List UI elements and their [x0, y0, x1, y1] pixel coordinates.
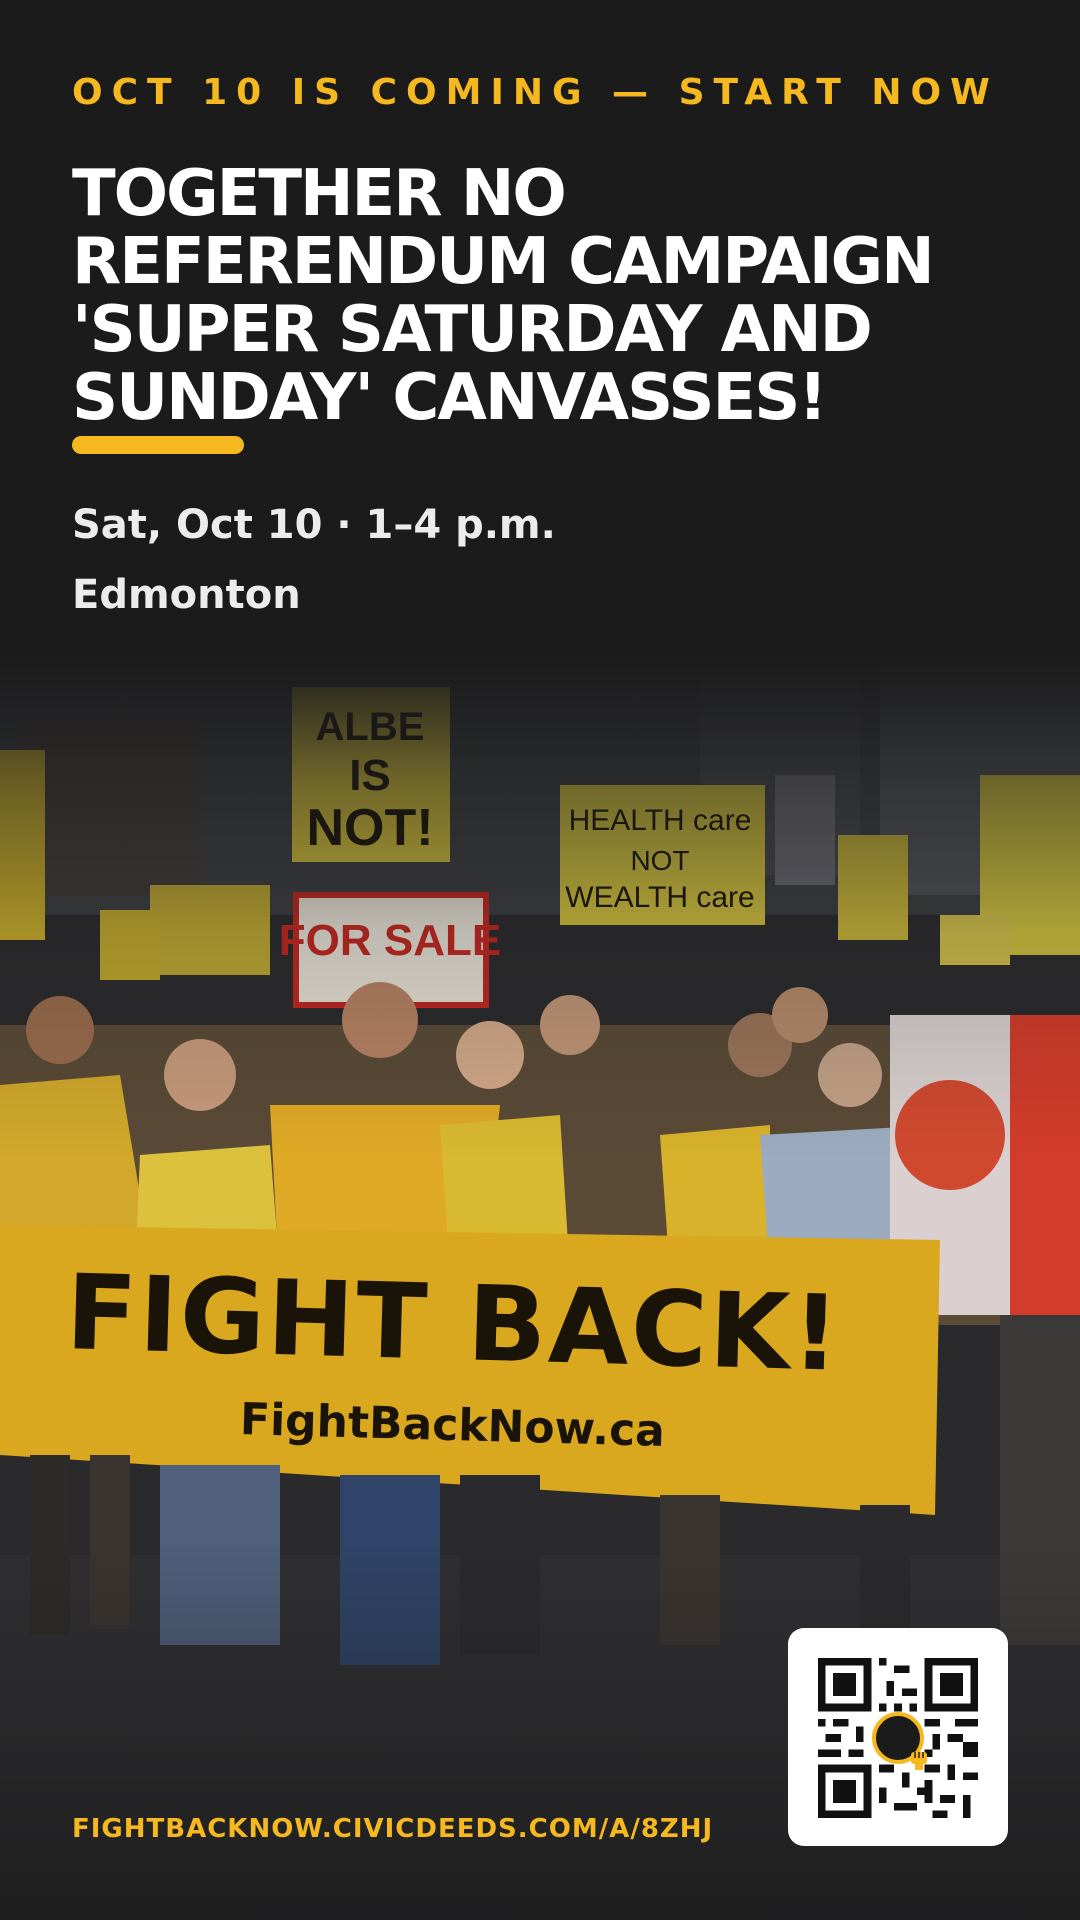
event-date-time: Sat, Oct 10 · 1–4 p.m.: [72, 502, 556, 548]
event-location: Edmonton: [72, 572, 301, 618]
raised-fist-icon: [872, 1712, 927, 1770]
page-title: TOGETHER NO REFERENDUM CAMPAIGN 'SUPER S…: [72, 157, 935, 435]
campaign-link[interactable]: FIGHTBACKNOW.CIVICDEEDS.COM/A/8ZHJ: [72, 1814, 713, 1844]
accent-divider: [72, 436, 244, 454]
qr-code-card[interactable]: [788, 1628, 1008, 1846]
event-eyebrow: OCT 10 IS COMING — START NOW: [72, 72, 999, 113]
banner-slogan: FIGHT BACK!: [64, 1251, 843, 1395]
